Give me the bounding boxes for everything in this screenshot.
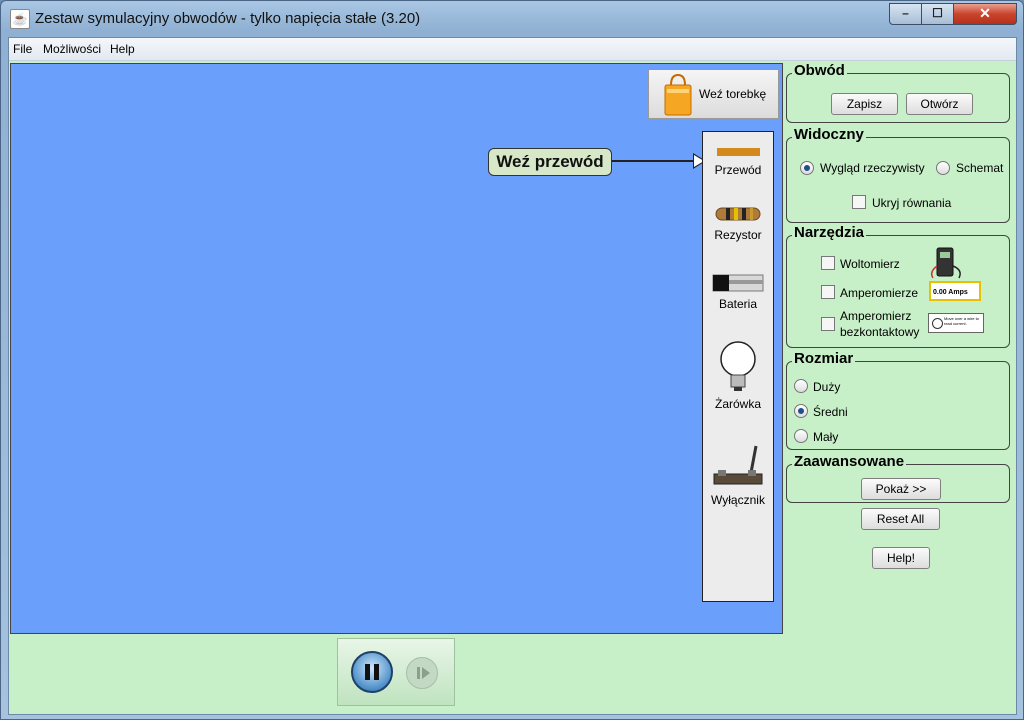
resistor-label: Rezystor (714, 228, 762, 242)
noncontact-ammeter-label-1: Amperomierz (840, 309, 912, 323)
ammeter-icon: 0.00 Amps (929, 281, 981, 301)
component-toolbox: Przewód Rezystor Bateria Żarówka Wyłączn… (702, 131, 774, 602)
app-window: ☕ Zestaw symulacyjny obwodów - tylko nap… (0, 0, 1024, 720)
schematic-label: Schemat (956, 161, 1004, 175)
minimize-button[interactable]: – (889, 3, 922, 25)
noncontact-ammeter-hint: Move over a wire to read current. (944, 316, 979, 326)
size-large-label: Duży (813, 380, 841, 394)
size-group: Rozmiar Duży Średni Mały (786, 350, 1010, 450)
size-small-radio[interactable] (794, 429, 808, 443)
advanced-group-title: Zaawansowane (792, 453, 907, 470)
reset-all-button[interactable]: Reset All (861, 508, 940, 530)
hide-equations-checkbox[interactable] (852, 195, 866, 209)
toolbox-bulb[interactable]: Żarówka (703, 340, 773, 412)
voltmeter-checkbox[interactable] (821, 256, 835, 270)
menu-options[interactable]: Możliwości (43, 42, 101, 56)
toolbox-wire[interactable]: Przewód (703, 142, 773, 182)
voltmeter-label: Woltomierz (840, 257, 900, 271)
circuit-group-title: Obwód (792, 62, 847, 79)
menu-help[interactable]: Help (110, 42, 135, 56)
bulb-icon (720, 341, 756, 391)
help-button[interactable]: Help! (872, 547, 930, 569)
schematic-radio[interactable] (936, 161, 950, 175)
callout-arrow-line (612, 160, 698, 162)
menu-file[interactable]: File (13, 42, 32, 56)
menu-bar: File Możliwości Help (9, 38, 1016, 61)
circuit-group: Obwód Zapisz Otwórz (786, 62, 1010, 123)
realistic-radio[interactable] (800, 161, 814, 175)
wire-label: Przewód (714, 163, 762, 177)
hide-equations-label: Ukryj równania (872, 196, 952, 210)
size-medium-label: Średni (813, 405, 848, 419)
noncontact-ammeter-label-2: bezkontaktowy (840, 325, 920, 339)
close-button[interactable]: ✕ (953, 3, 1017, 25)
bulb-label: Żarówka (714, 397, 761, 411)
battery-label: Bateria (718, 297, 758, 311)
advanced-group: Zaawansowane Pokaż >> (786, 453, 1010, 503)
visual-group: Widoczny Wygląd rzeczywisty Schemat Ukry… (786, 126, 1010, 223)
size-medium-radio[interactable] (794, 404, 808, 418)
realistic-label: Wygląd rzeczywisty (820, 161, 925, 175)
ammeter-label: Amperomierze (840, 286, 919, 300)
noncontact-ammeter-checkbox[interactable] (821, 317, 835, 331)
ammeter-checkbox[interactable] (821, 285, 835, 299)
circuit-canvas[interactable]: Weź torebkę Weź przewód Przewód Rezystor… (10, 63, 783, 634)
window-title: Zestaw symulacyjny obwodów - tylko napię… (35, 10, 421, 27)
java-app-icon: ☕ (10, 9, 30, 29)
crosshair-icon (932, 318, 943, 329)
playback-controls (337, 638, 455, 706)
control-panel: Obwód Zapisz Otwórz Widoczny Wygląd rzec… (784, 62, 1016, 712)
battery-icon (712, 274, 764, 292)
client-area: File Możliwości Help Weź torebkę Weź prz… (8, 37, 1017, 715)
open-button[interactable]: Otwórz (906, 93, 973, 115)
bag-icon (664, 73, 692, 116)
resistor-icon (715, 207, 761, 221)
wire-icon (717, 148, 760, 156)
grab-wire-callout: Weź przewód (488, 148, 612, 176)
switch-label: Wyłącznik (711, 493, 765, 507)
size-group-title: Rozmiar (792, 350, 856, 367)
size-small-label: Mały (813, 430, 839, 444)
voltmeter-icon (930, 247, 961, 279)
tools-group-title: Narzędzia (792, 224, 867, 241)
tools-group: Narzędzia Woltomierz Amperomierze 0.00 A… (786, 224, 1010, 348)
noncontact-ammeter-icon: Move over a wire to read current. (928, 313, 984, 333)
grab-bag-button[interactable]: Weź torebkę (648, 69, 779, 119)
size-large-radio[interactable] (794, 379, 808, 393)
save-button[interactable]: Zapisz (831, 93, 898, 115)
step-button[interactable] (406, 657, 438, 689)
toolbox-battery[interactable]: Bateria (703, 270, 773, 312)
ammeter-reading: 0.00 Amps (933, 289, 968, 296)
visual-group-title: Widoczny (792, 126, 866, 143)
grab-bag-label: Weź torebkę (699, 87, 767, 101)
toolbox-switch[interactable]: Wyłącznik (703, 442, 773, 507)
maximize-button[interactable]: ☐ (921, 3, 954, 25)
title-bar[interactable]: ☕ Zestaw symulacyjny obwodów - tylko nap… (1, 1, 1023, 37)
switch-icon (713, 445, 763, 485)
show-advanced-button[interactable]: Pokaż >> (861, 478, 941, 500)
pause-button[interactable] (351, 651, 393, 693)
toolbox-resistor[interactable]: Rezystor (703, 202, 773, 244)
